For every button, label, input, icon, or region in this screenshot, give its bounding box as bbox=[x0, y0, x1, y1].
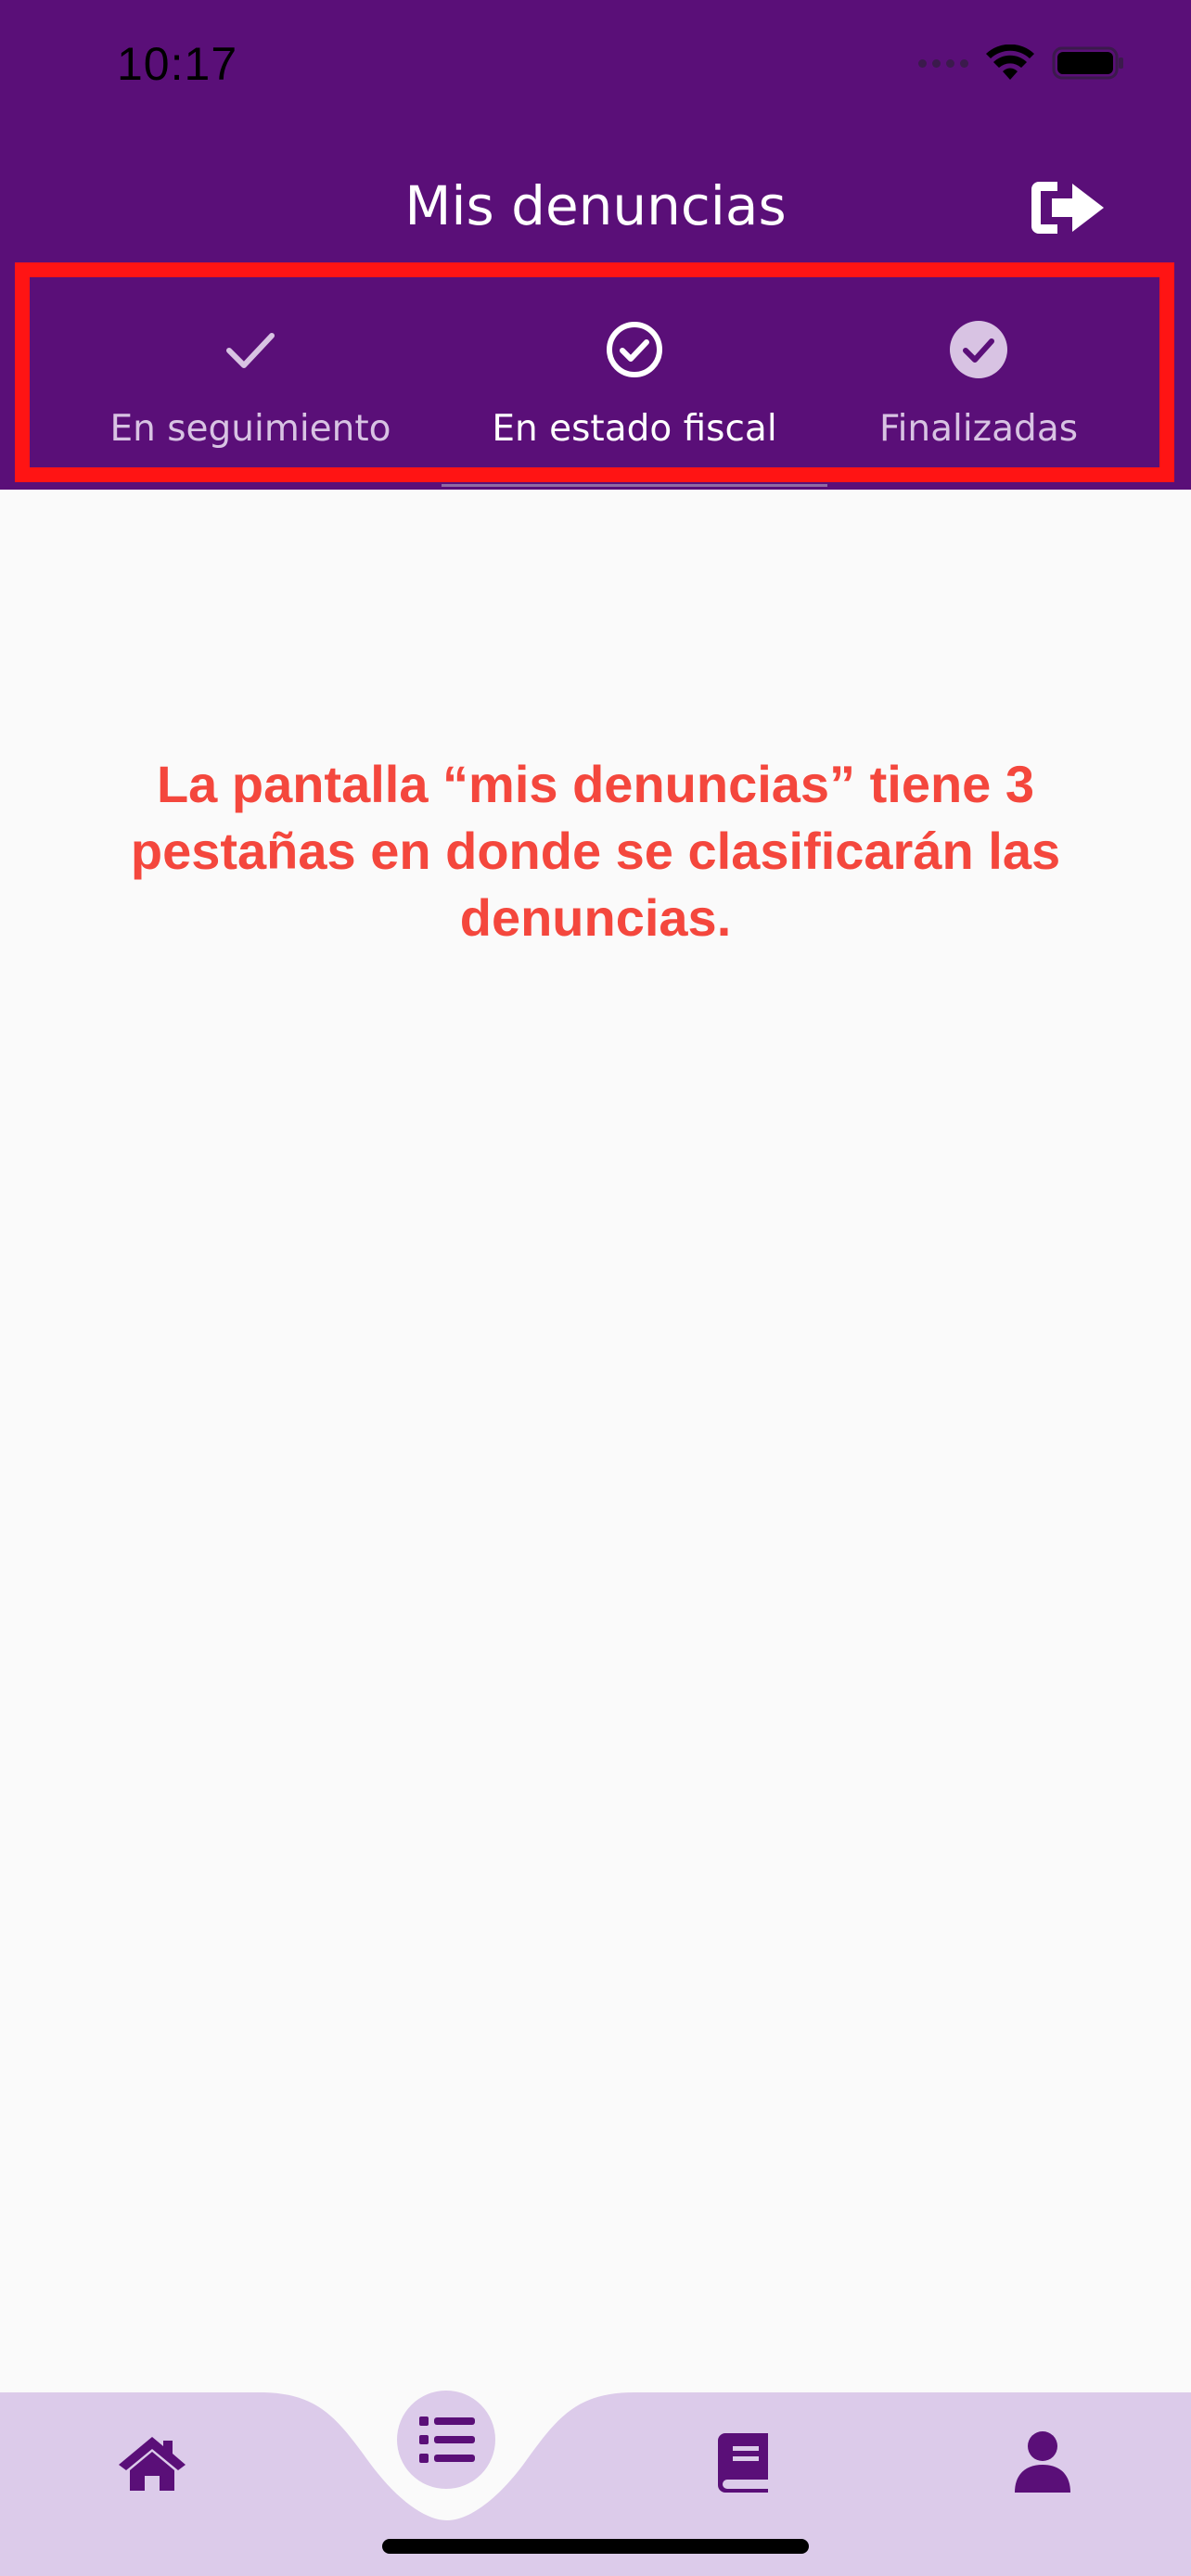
list-icon bbox=[419, 2417, 475, 2463]
list-tab-button[interactable] bbox=[397, 2391, 495, 2489]
status-icons bbox=[918, 45, 1126, 82]
annotation-text: La pantalla “mis denuncias” tiene 3 pest… bbox=[130, 755, 1061, 947]
active-tab-indicator bbox=[442, 484, 827, 487]
cellular-signal-icon bbox=[918, 58, 968, 68]
wifi-icon bbox=[986, 45, 1034, 80]
battery-icon bbox=[1052, 46, 1123, 80]
annotation-highlight-box bbox=[15, 262, 1174, 482]
logout-icon[interactable] bbox=[1030, 178, 1108, 237]
home-icon[interactable] bbox=[117, 2433, 187, 2494]
book-icon[interactable] bbox=[716, 2431, 772, 2494]
page-title: Mis denuncias bbox=[404, 174, 787, 237]
status-time: 10:17 bbox=[117, 38, 238, 90]
home-indicator bbox=[382, 2539, 809, 2554]
profile-icon[interactable] bbox=[1013, 2429, 1072, 2494]
